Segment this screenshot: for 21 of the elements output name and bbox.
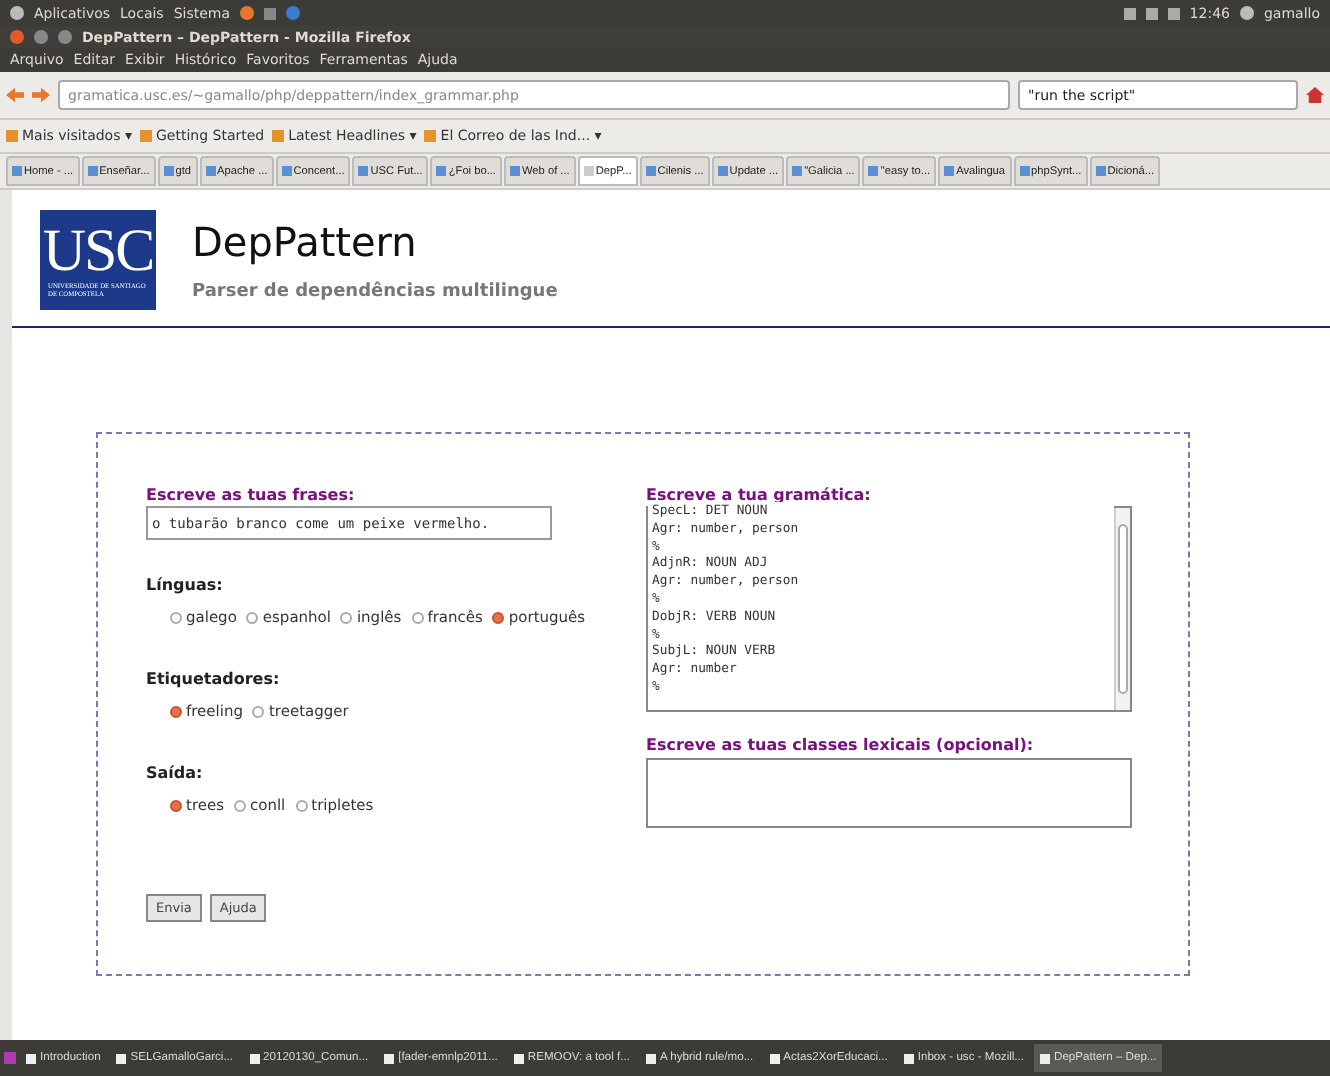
field-label: Escreve as tuas frases: — [146, 486, 357, 504]
help-icon[interactable] — [286, 6, 301, 20]
group-label: Etiquetadores: — [146, 670, 282, 688]
group-label: Saída: — [146, 764, 205, 782]
page-title: DepPattern — [192, 218, 419, 266]
maximize-icon[interactable] — [58, 30, 72, 44]
close-icon[interactable] — [10, 30, 24, 44]
bookmark-icon — [272, 130, 285, 142]
group-label: Línguas: — [146, 576, 225, 594]
bookmark-icon — [6, 130, 18, 142]
firefox-icon[interactable] — [240, 6, 255, 20]
forward-icon[interactable] — [32, 86, 50, 104]
bookmark-icon — [139, 130, 152, 142]
home-icon[interactable] — [1306, 86, 1324, 104]
back-icon[interactable] — [6, 86, 24, 104]
field-label: Escreve as tuas classes lexicais (opcional): — [646, 736, 1036, 754]
field-label: Escreve a tua gramática: — [646, 486, 873, 504]
minimize-icon[interactable] — [34, 30, 48, 44]
lexical-field[interactable] — [646, 758, 1132, 828]
bookmark-icon — [424, 130, 437, 142]
page-subtitle: Parser de dependências multilingue — [192, 282, 558, 302]
